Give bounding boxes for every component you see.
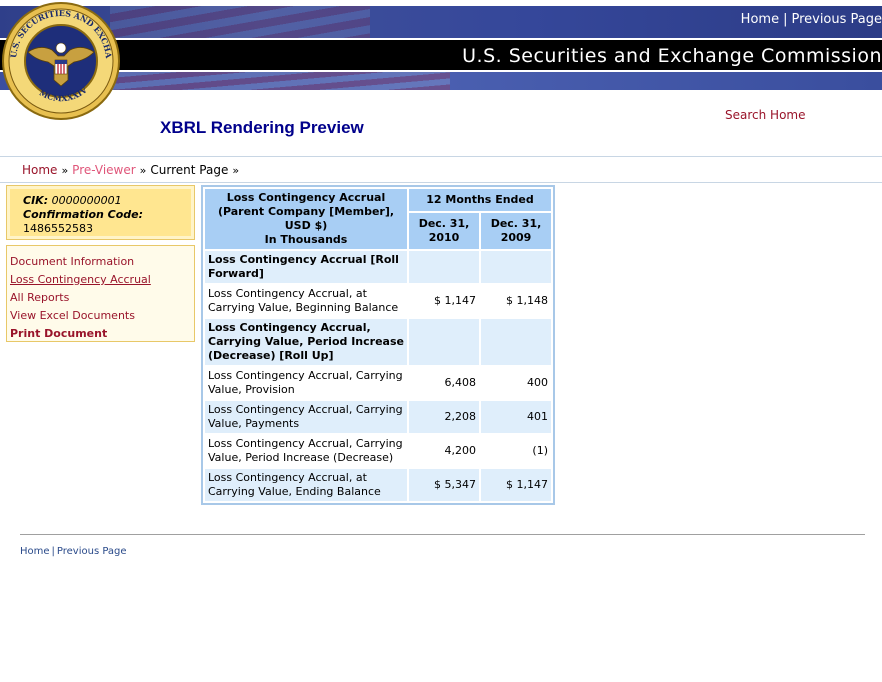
row-label: Loss Contingency Accrual, Carrying Value… [205, 401, 407, 433]
report-body: Loss Contingency Accrual [Roll Forward] L… [205, 251, 551, 501]
cell-value-2009 [481, 319, 551, 365]
table-row: Loss Contingency Accrual, at Carrying Va… [205, 285, 551, 317]
report-header-line1: Loss Contingency Accrual (Parent Company… [217, 191, 395, 232]
agency-title: U.S. Securities and Exchange Commission [462, 45, 882, 67]
period-group-header: 12 Months Ended [409, 189, 551, 212]
report-table: Loss Contingency Accrual (Parent Company… [203, 187, 553, 503]
top-nav-separator: | [783, 12, 788, 27]
column-header-2010: Dec. 31, 2010 [409, 213, 479, 249]
sidebar-item-document-information[interactable]: Document Information [10, 253, 194, 271]
cell-value-2009: $ 1,147 [481, 469, 551, 501]
cik-line: CIK: 0000000001 [23, 194, 191, 208]
cik-label: CIK: [23, 194, 49, 207]
sidebar-item-print-document[interactable]: Print Document [10, 325, 194, 343]
table-row: Loss Contingency Accrual, Carrying Value… [205, 401, 551, 433]
breadcrumb: Home» Pre-Viewer» Current Page» [22, 163, 243, 177]
cell-value-2009 [481, 251, 551, 283]
top-nav: Home | Previous Page [741, 12, 882, 32]
page-title: XBRL Rendering Preview [160, 118, 364, 137]
footer-previous-page-link[interactable]: Previous Page [57, 546, 127, 557]
footer-divider [20, 534, 865, 535]
cell-value-2010 [409, 319, 479, 365]
divider-top [0, 156, 882, 157]
row-label: Loss Contingency Accrual, Carrying Value… [205, 367, 407, 399]
breadcrumb-separator: » [61, 164, 69, 177]
cell-value-2010: $ 1,147 [409, 285, 479, 317]
breadcrumb-pre-viewer-link[interactable]: Pre-Viewer [72, 163, 136, 177]
report-header-title: Loss Contingency Accrual (Parent Company… [205, 189, 407, 249]
cell-value-2009: $ 1,148 [481, 285, 551, 317]
sidebar-item-view-excel-documents[interactable]: View Excel Documents [10, 307, 194, 325]
breadcrumb-current-page: Current Page [150, 163, 229, 177]
cell-value-2010: $ 5,347 [409, 469, 479, 501]
row-label: Loss Contingency Accrual, Carrying Value… [205, 435, 407, 467]
cell-value-2009: 401 [481, 401, 551, 433]
cell-value-2009: (1) [481, 435, 551, 467]
cell-value-2010: 2,208 [409, 401, 479, 433]
row-label: Loss Contingency Accrual [Roll Forward] [205, 251, 407, 283]
flag-stripes-bottom [110, 72, 450, 90]
flag-stripes [110, 6, 370, 38]
confirmation-value: 1486552583 [23, 222, 93, 235]
breadcrumb-separator: » [232, 164, 240, 177]
table-row: Loss Contingency Accrual, at Carrying Va… [205, 469, 551, 501]
cell-value-2010 [409, 251, 479, 283]
table-row: Loss Contingency Accrual [Roll Forward] [205, 251, 551, 283]
breadcrumb-home-link[interactable]: Home [22, 163, 57, 177]
top-previous-page-link[interactable]: Previous Page [791, 12, 882, 27]
footer-nav: Home | Previous Page [20, 546, 127, 557]
search-home-link[interactable]: Search Home [725, 108, 805, 122]
divider-breadcrumb [0, 182, 882, 183]
report-header-line2: In Thousands [264, 233, 348, 246]
sidebar-item-loss-contingency-accrual[interactable]: Loss Contingency Accrual [10, 271, 194, 289]
cell-value-2010: 6,408 [409, 367, 479, 399]
row-label: Loss Contingency Accrual, Carrying Value… [205, 319, 407, 365]
header-banner: Home | Previous Page U.S. Securities and E… [0, 0, 882, 92]
sidebar-nav: Document Information Loss Contingency Ac… [6, 245, 195, 342]
table-row: Loss Contingency Accrual, Carrying Value… [205, 435, 551, 467]
row-label: Loss Contingency Accrual, at Carrying Va… [205, 285, 407, 317]
cik-info-inner: CIK: 0000000001 Confirmation Code: 14865… [10, 189, 191, 236]
breadcrumb-separator: » [139, 164, 147, 177]
footer-home-link[interactable]: Home [20, 546, 50, 557]
cik-info-box: CIK: 0000000001 Confirmation Code: 14865… [6, 185, 195, 240]
row-label: Loss Contingency Accrual, at Carrying Va… [205, 469, 407, 501]
report-table-container: Loss Contingency Accrual (Parent Company… [201, 185, 555, 505]
footer-separator: | [51, 546, 55, 557]
column-header-2009: Dec. 31, 2009 [481, 213, 551, 249]
top-home-link[interactable]: Home [741, 12, 779, 27]
sidebar-item-all-reports[interactable]: All Reports [10, 289, 194, 307]
cik-value: 0000000001 [51, 194, 122, 207]
confirmation-label: Confirmation Code: [23, 208, 144, 221]
sec-seal-logo[interactable]: U.S. SECURITIES AND EXCHANGE COMMISSION … [0, 0, 122, 122]
table-row: Loss Contingency Accrual, Carrying Value… [205, 367, 551, 399]
cell-value-2010: 4,200 [409, 435, 479, 467]
table-row: Loss Contingency Accrual, Carrying Value… [205, 319, 551, 365]
cell-value-2009: 400 [481, 367, 551, 399]
